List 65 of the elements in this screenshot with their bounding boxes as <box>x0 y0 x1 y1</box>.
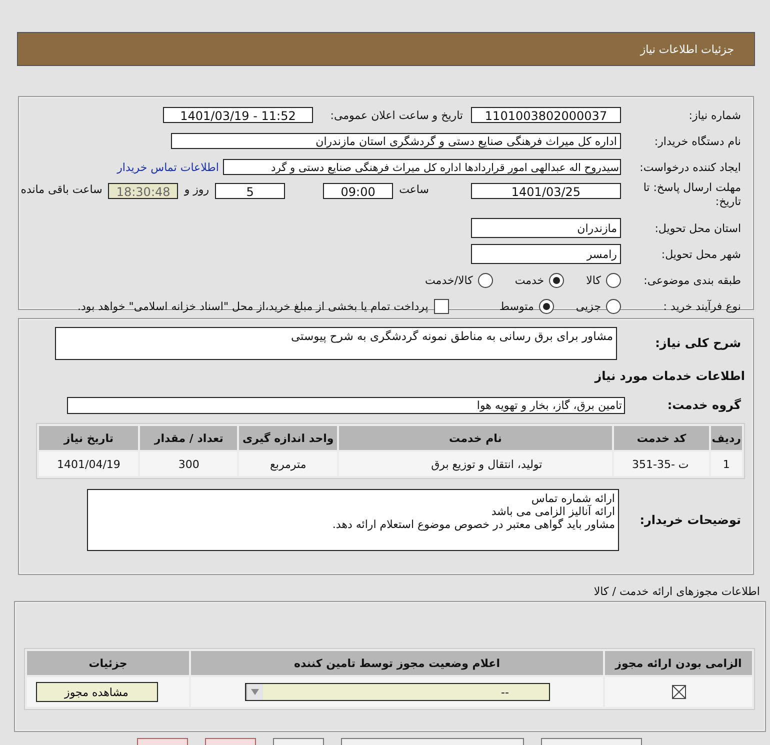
table-cell: مترمربع <box>239 452 337 476</box>
input-field[interactable]: مازندران <box>471 218 621 238</box>
time-label: ساعت <box>398 183 430 196</box>
notes-line: ارائه آنالیز الزامی می باشد <box>490 505 615 518</box>
radio-option[interactable]: کالا/خدمت <box>425 272 493 288</box>
field-label: تاریخ و ساعت اعلان عمومی: <box>329 108 464 122</box>
table-cell: 300 <box>140 452 238 476</box>
section-heading: اطلاعات مجوزهای ارائه خدمت / کالا <box>592 585 760 600</box>
input-field[interactable]: اداره کل میراث فرهنگی صنایع دستی و گردشگری استان مازندران <box>171 133 621 149</box>
table-cell: ت -35-351 <box>614 452 709 476</box>
radio-button[interactable] <box>606 298 621 314</box>
remaining-time-field: 18:30:48 <box>108 183 178 199</box>
column-header: الزامی بودن ارائه مجوز <box>605 651 752 675</box>
caret-icon <box>251 689 259 695</box>
section-heading: اطلاعات خدمات مورد نیاز <box>593 369 745 385</box>
field-label: استان محل تحویل: <box>654 222 742 234</box>
column-header: ردیف <box>710 426 742 450</box>
date-field[interactable]: 1401/03/25 <box>471 183 621 199</box>
radio-option[interactable]: کالا <box>586 272 621 288</box>
input-field[interactable]: 1101003802000037 <box>471 107 621 123</box>
checkbox[interactable] <box>434 298 450 314</box>
column-header: جزئیات <box>27 651 189 675</box>
time-field[interactable]: 09:00 <box>323 183 394 199</box>
radio-button[interactable] <box>478 272 493 288</box>
table-cell: تولید، انتقال و توزیع برق <box>338 452 612 476</box>
field-label: ایجاد کننده درخواست: <box>638 160 742 174</box>
field-label: نام دستگاه خریدار: <box>653 134 742 148</box>
radio-button[interactable] <box>549 272 564 288</box>
checkbox[interactable] <box>672 685 686 699</box>
column-header: نام خدمت <box>338 426 612 450</box>
column-header: اعلام وضعیت مجوز توسط تامین کننده <box>191 651 603 675</box>
remaining-label: ساعت باقی مانده <box>20 183 104 196</box>
column-header: واحد اندازه گیری <box>239 426 337 450</box>
days-label: روز و <box>182 183 210 196</box>
radio-option[interactable]: متوسط <box>499 298 554 314</box>
field-label: طبقه بندی موضوعی: <box>642 274 742 286</box>
input-field[interactable]: 1401/03/19 - 11:52 <box>163 107 313 123</box>
input-field[interactable]: سیدروح اله عبدالهی امور قراردادها اداره کل میراث فرهنگی صنایع دستی و گرد <box>223 159 621 175</box>
input-field[interactable]: رامسر <box>471 244 621 264</box>
input-field: تامین برق، گاز، بخار و تهویه هوا <box>67 396 625 414</box>
field-label: شماره نیاز: <box>688 108 742 122</box>
radio-option[interactable]: خدمت <box>514 272 564 288</box>
column-header: تعداد / مقدار <box>140 426 238 450</box>
field-label: گروه خدمت: <box>666 398 742 412</box>
status-dropdown[interactable]: -- <box>245 683 550 701</box>
column-header: تاریخ نیاز <box>39 426 138 450</box>
field-label: نوع فرآیند خرید : <box>662 300 742 312</box>
days-field[interactable]: 5 <box>215 183 286 199</box>
table-cell: 1 <box>710 452 742 476</box>
radio-button[interactable] <box>606 272 621 288</box>
field-label: شهر محل تحویل: <box>660 248 742 260</box>
column-header: کد خدمت <box>614 426 709 450</box>
contact-link[interactable]: اطلاعات تماس خریدار <box>117 160 223 174</box>
description-box: مشاور برای برق رسانی به مناطق نمونه گردشگری به شرح پیوستی <box>55 326 617 360</box>
checkbox-label: پرداخت تمام یا بخشی از مبلغ خرید،از محل "اسناد خزانه اسلامی" خواهد بود. <box>76 300 430 312</box>
notes-line: مشاور باید گواهی معتبر در خصوص موضوع استعلام ارائه دهد. <box>331 518 615 531</box>
radio-button[interactable] <box>538 298 554 314</box>
page-title: جزئیات اطلاعات نیاز <box>640 42 734 56</box>
radio-option[interactable]: جزیی <box>576 298 621 314</box>
field-label: مهلت ارسال پاسخ: تا تاریخ: <box>642 181 742 209</box>
field-label: توضیحات خریدار: <box>638 513 742 527</box>
notes-line: ارائه شماره تماس <box>530 492 615 505</box>
field-label: شرح کلی نیاز: <box>654 336 742 350</box>
view-permit-button[interactable]: مشاهده مجوز <box>36 682 158 702</box>
table-cell: 1401/04/19 <box>39 452 138 476</box>
